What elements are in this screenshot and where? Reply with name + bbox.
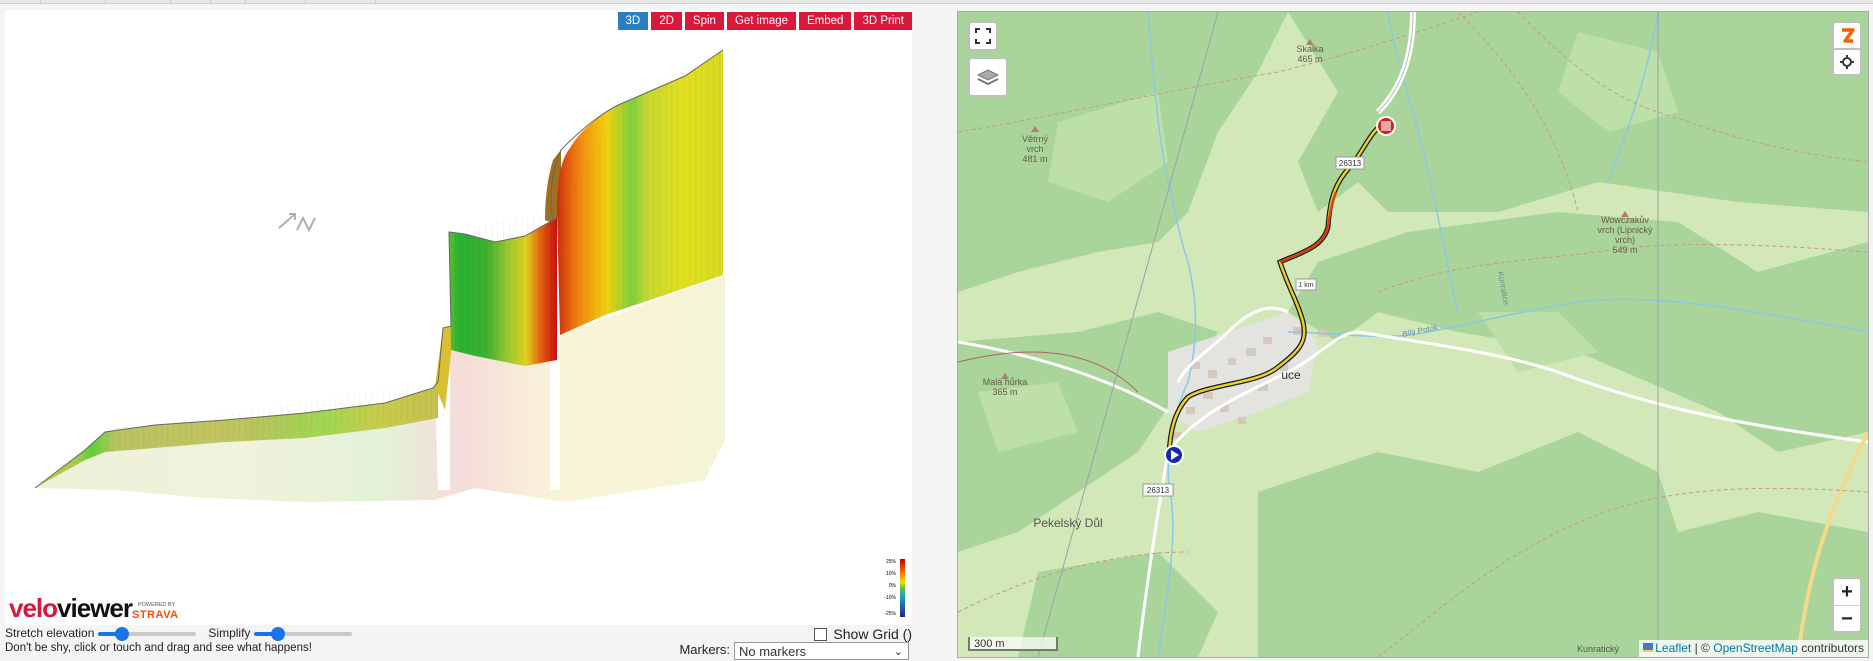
show-grid-label: Show Grid () (833, 626, 912, 642)
place-label: Kunratický (1577, 644, 1620, 654)
place-label: uce (1281, 368, 1301, 382)
legend-label: 25% (886, 559, 897, 565)
road-shield: 26313 (1339, 159, 1362, 168)
leaflet-link[interactable]: Leaflet (1655, 641, 1691, 655)
legend-label: -25% (884, 611, 896, 617)
3d-button[interactable]: 3D (617, 12, 649, 30)
2d-button[interactable]: 2D (651, 12, 682, 30)
chevron-down-icon: ⌄ (893, 646, 903, 658)
top-divider (0, 0, 1873, 4)
fullscreen-button[interactable] (968, 21, 998, 51)
gear-icon (1840, 55, 1854, 69)
leaflet-flag-icon (1643, 643, 1654, 652)
map-scale: 300 m (968, 637, 1058, 651)
zoom-in-button[interactable]: + (1834, 579, 1860, 606)
hint-text: Don't be shy, click or touch and drag an… (5, 642, 312, 654)
peak-elevation: 549 m (1612, 245, 1637, 255)
map-tiles[interactable]: Skalka 465 m Větrný vrch 481 m Wowczakův… (958, 12, 1868, 657)
view-toolbar: 3D 2D Spin Get image Embed 3D Print (617, 12, 912, 30)
stretch-elevation-slider[interactable] (97, 626, 196, 642)
layers-icon (976, 69, 1000, 86)
elevation-profile-viewer[interactable]: 3D 2D Spin Get image Embed 3D Print velo… (5, 10, 912, 625)
peak-label: vrch) (1615, 235, 1635, 245)
embed-button[interactable]: Embed (799, 12, 852, 30)
zwift-z-icon (1842, 28, 1855, 43)
zoom-control: + − (1832, 577, 1862, 633)
simplify-label: Simplify (208, 626, 251, 641)
legend-label: 0% (889, 583, 897, 589)
peak-label: vrch (1026, 144, 1043, 154)
peak-elevation: 365 m (992, 387, 1017, 397)
elevation-profile-3d[interactable] (5, 10, 912, 625)
peak-elevation: 481 m (1022, 154, 1047, 164)
peak-label: Malá hůrka (983, 377, 1028, 387)
get-image-button[interactable]: Get image (726, 12, 797, 30)
markers-select[interactable]: No markers ⌄ (734, 642, 909, 660)
legend-label: -10% (884, 595, 896, 601)
simplify-slider[interactable] (253, 626, 352, 642)
veloviewer-logo: veloviewer POWERED BY STRAVA (9, 593, 179, 623)
peak-label: Wowczakův (1601, 215, 1649, 225)
legend-label: 10% (886, 571, 897, 577)
strava-logo: STRAVA (131, 609, 179, 621)
zwift-button[interactable] (1832, 21, 1862, 51)
road-shield: 26313 (1147, 486, 1170, 495)
markers-label: Markers: (679, 642, 730, 657)
stretch-elevation-label: Stretch elevation (5, 626, 95, 641)
distance-marker: 1 km (1298, 282, 1313, 289)
profile-controls: Stretch elevation Simplify Show Grid () … (5, 626, 912, 660)
3d-print-button[interactable]: 3D Print (854, 12, 912, 30)
map-attribution: Leaflet | © OpenStreetMap contributors (1639, 640, 1868, 657)
spin-button[interactable]: Spin (684, 12, 724, 30)
layers-button[interactable] (968, 57, 1008, 97)
north-arrow-icon (278, 213, 316, 233)
peak-elevation: 465 m (1297, 54, 1322, 64)
zoom-out-button[interactable]: − (1834, 606, 1860, 632)
peak-label: Větrný (1022, 134, 1049, 144)
route-map[interactable]: Skalka 465 m Větrný vrch 481 m Wowczakův… (957, 11, 1869, 658)
fullscreen-icon (975, 28, 991, 44)
place-label: Pekelský Důl (1033, 516, 1102, 530)
route-finish-icon[interactable] (1376, 116, 1396, 136)
peak-label: Skalka (1296, 44, 1323, 54)
route-start-icon[interactable] (1164, 445, 1184, 465)
show-grid-checkbox[interactable] (814, 627, 828, 641)
gradient-legend: 25% 10% 0% -10% -25% (868, 557, 908, 619)
peak-label: vrch (Lipnický (1597, 225, 1653, 235)
settings-button[interactable] (1832, 48, 1862, 76)
openstreetmap-link[interactable]: OpenStreetMap (1713, 641, 1798, 655)
